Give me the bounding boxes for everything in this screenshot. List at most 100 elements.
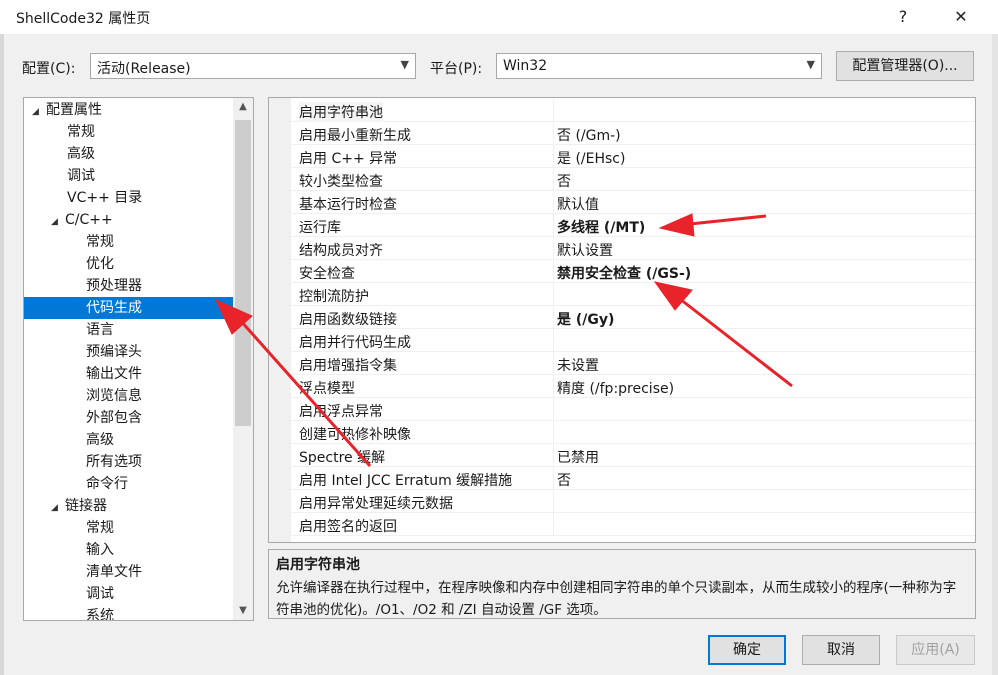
property-row[interactable]: 控制流防护 bbox=[291, 283, 975, 306]
tree-item[interactable]: 系统 bbox=[86, 605, 114, 620]
property-name: 启用函数级链接 bbox=[299, 312, 397, 328]
column-divider bbox=[553, 329, 554, 351]
property-row[interactable]: 启用 Intel JCC Erratum 缓解措施 否 bbox=[291, 467, 975, 490]
grid-gutter bbox=[269, 98, 291, 542]
tree-item-label: 调试 bbox=[67, 168, 95, 184]
tree-item[interactable]: ◢ C/C++ bbox=[51, 209, 113, 231]
tree-item[interactable]: 外部包含 bbox=[86, 407, 142, 429]
property-name: 启用增强指令集 bbox=[299, 358, 397, 374]
property-name: 基本运行时检查 bbox=[299, 197, 397, 213]
property-name: 启用 Intel JCC Erratum 缓解措施 bbox=[299, 473, 513, 489]
background-window-edge-right bbox=[992, 34, 998, 675]
property-value[interactable]: 多线程 (/MT) bbox=[557, 217, 645, 237]
property-row[interactable]: 启用浮点异常 bbox=[291, 398, 975, 421]
tree-item[interactable]: 输入 bbox=[86, 539, 114, 561]
property-name: 启用并行代码生成 bbox=[299, 335, 411, 351]
config-select-value: 活动(Release) bbox=[97, 61, 191, 77]
tree-item[interactable]: 调试 bbox=[67, 165, 95, 187]
property-value[interactable]: 默认值 bbox=[557, 194, 599, 214]
property-row[interactable]: 启用签名的返回 bbox=[291, 513, 975, 536]
tree-scrollbar[interactable]: ▲ ▼ bbox=[233, 98, 253, 620]
config-select[interactable]: 活动(Release) ▼ bbox=[90, 53, 416, 79]
tree-item-label: 输出文件 bbox=[86, 366, 142, 382]
tree-item[interactable]: 优化 bbox=[86, 253, 114, 275]
tree-item[interactable]: 常规 bbox=[67, 121, 95, 143]
property-row[interactable]: 启用函数级链接 是 (/Gy) bbox=[291, 306, 975, 329]
cancel-button[interactable]: 取消 bbox=[802, 635, 880, 665]
property-row[interactable]: 浮点模型 精度 (/fp:precise) bbox=[291, 375, 975, 398]
property-row[interactable]: 启用并行代码生成 bbox=[291, 329, 975, 352]
help-button[interactable]: ? bbox=[880, 2, 926, 32]
property-value[interactable]: 否 (/Gm-) bbox=[557, 125, 621, 145]
tree-item-label: 常规 bbox=[86, 520, 114, 536]
tree-item-label: 预编译头 bbox=[86, 344, 142, 360]
tree-item[interactable]: 输出文件 bbox=[86, 363, 142, 385]
title-bar: ShellCode32 属性页 ? ✕ bbox=[0, 0, 998, 34]
tree-item-label: 语言 bbox=[86, 322, 114, 338]
tree-item[interactable]: 常规 bbox=[86, 517, 114, 539]
property-value[interactable]: 否 bbox=[557, 171, 571, 191]
property-row[interactable]: 启用增强指令集 未设置 bbox=[291, 352, 975, 375]
property-value[interactable]: 是 (/EHsc) bbox=[557, 148, 625, 168]
property-row[interactable]: 启用字符串池 bbox=[291, 99, 975, 122]
property-row[interactable]: Spectre 缓解 已禁用 bbox=[291, 444, 975, 467]
property-value[interactable]: 精度 (/fp:precise) bbox=[557, 378, 674, 398]
tree-item[interactable]: 清单文件 bbox=[86, 561, 142, 583]
tree-item[interactable]: 所有选项 bbox=[86, 451, 142, 473]
property-row[interactable]: 启用最小重新生成 否 (/Gm-) bbox=[291, 122, 975, 145]
tree-item[interactable]: 高级 bbox=[86, 429, 114, 451]
property-value[interactable]: 禁用安全检查 (/GS-) bbox=[557, 263, 691, 283]
tree-item-label: 浏览信息 bbox=[86, 388, 142, 404]
property-row[interactable]: 较小类型检查 否 bbox=[291, 168, 975, 191]
tree-item[interactable]: 调试 bbox=[86, 583, 114, 605]
property-name: 结构成员对齐 bbox=[299, 243, 383, 259]
property-value[interactable]: 已禁用 bbox=[557, 447, 599, 467]
column-divider bbox=[553, 283, 554, 305]
property-value[interactable]: 默认设置 bbox=[557, 240, 613, 260]
config-manager-button[interactable]: 配置管理器(O)... bbox=[836, 51, 974, 81]
tree-item-label: VC++ 目录 bbox=[67, 190, 143, 206]
scroll-down-icon[interactable]: ▼ bbox=[233, 602, 253, 620]
close-button[interactable]: ✕ bbox=[938, 2, 984, 32]
property-name: 启用异常处理延续元数据 bbox=[299, 496, 453, 512]
tree-item[interactable]: ◢ 配置属性 bbox=[32, 99, 102, 121]
tree-item[interactable]: 代码生成 bbox=[24, 297, 233, 319]
property-row[interactable]: 创建可热修补映像 bbox=[291, 421, 975, 444]
property-row[interactable]: 运行库 多线程 (/MT) bbox=[291, 214, 975, 237]
column-divider bbox=[553, 191, 554, 213]
column-divider bbox=[553, 168, 554, 190]
tree-item[interactable]: 浏览信息 bbox=[86, 385, 142, 407]
tree-item-label: 高级 bbox=[67, 146, 95, 162]
tree-item[interactable]: 常规 bbox=[86, 231, 114, 253]
chevron-down-icon: ▼ bbox=[400, 58, 409, 71]
tree-item[interactable]: VC++ 目录 bbox=[67, 187, 142, 209]
property-value[interactable]: 是 (/Gy) bbox=[557, 309, 614, 329]
column-divider bbox=[553, 421, 554, 443]
expand-toggle-icon[interactable]: ◢ bbox=[51, 211, 65, 233]
description-panel: 启用字符串池 允许编译器在执行过程中，在程序映像和内存中创建相同字符串的单个只读… bbox=[268, 549, 976, 619]
expand-toggle-icon[interactable]: ◢ bbox=[32, 101, 46, 123]
ok-button[interactable]: 确定 bbox=[708, 635, 786, 665]
property-value[interactable]: 否 bbox=[557, 470, 571, 490]
property-row[interactable]: 启用异常处理延续元数据 bbox=[291, 490, 975, 513]
apply-button[interactable]: 应用(A) bbox=[896, 635, 975, 665]
property-value[interactable]: 未设置 bbox=[557, 355, 599, 375]
tree-item[interactable]: 高级 bbox=[67, 143, 95, 165]
platform-select[interactable]: Win32 ▼ bbox=[496, 53, 822, 79]
property-name: 启用浮点异常 bbox=[299, 404, 383, 420]
property-row[interactable]: 结构成员对齐 默认设置 bbox=[291, 237, 975, 260]
tree-item[interactable]: 预编译头 bbox=[86, 341, 142, 363]
property-row[interactable]: 安全检查 禁用安全检查 (/GS-) bbox=[291, 260, 975, 283]
tree-item[interactable]: 语言 bbox=[86, 319, 114, 341]
property-row[interactable]: 启用 C++ 异常 是 (/EHsc) bbox=[291, 145, 975, 168]
tree-item[interactable]: 预处理器 bbox=[86, 275, 142, 297]
property-row[interactable]: 基本运行时检查 默认值 bbox=[291, 191, 975, 214]
scroll-up-icon[interactable]: ▲ bbox=[233, 98, 253, 116]
property-tree: ◢ 配置属性 常规 高级 调试 VC++ 目录 ◢ C/C++ 常规 优化 预处理器 代码生成 语言 预编… bbox=[23, 97, 254, 621]
scroll-thumb[interactable] bbox=[235, 120, 251, 426]
property-name: 启用签名的返回 bbox=[299, 519, 397, 535]
expand-toggle-icon[interactable]: ◢ bbox=[51, 497, 65, 519]
tree-item[interactable]: 命令行 bbox=[86, 473, 128, 495]
tree-item[interactable]: ◢ 链接器 bbox=[51, 495, 107, 517]
column-divider bbox=[553, 444, 554, 466]
